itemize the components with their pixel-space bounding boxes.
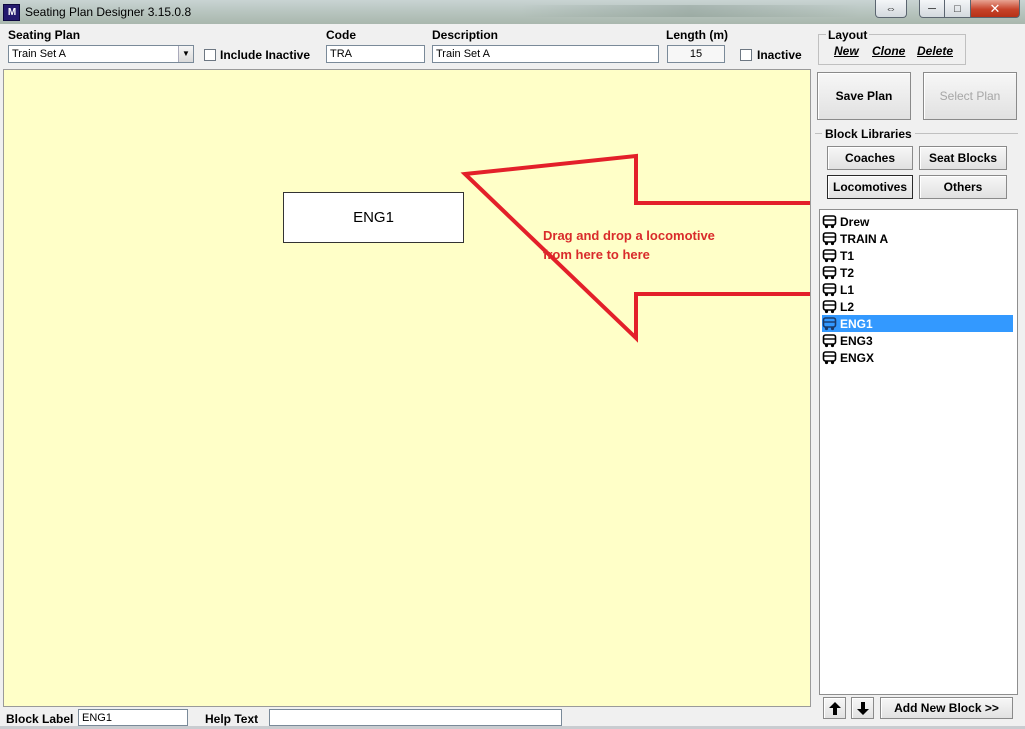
block-list-item-label: Drew <box>840 214 870 229</box>
save-plan-button[interactable]: Save Plan <box>817 72 911 120</box>
block-list-item-label: TRAIN A <box>840 231 889 246</box>
add-new-block-button[interactable]: Add New Block >> <box>880 697 1013 719</box>
title-bar-background <box>520 5 860 17</box>
inactive-checkbox[interactable] <box>740 49 752 61</box>
length-input[interactable]: 15 <box>667 45 725 63</box>
drag-hint-line-2: from here to here <box>543 247 650 262</box>
seating-plan-select-value: Train Set A <box>12 48 67 60</box>
restore-button[interactable]: ⇔ <box>875 0 907 18</box>
include-inactive-label: Include Inactive <box>220 48 311 62</box>
seating-plan-label: Seating Plan <box>8 28 81 42</box>
layout-delete-link[interactable]: Delete <box>917 44 953 58</box>
maximize-button[interactable]: □ <box>944 0 971 18</box>
close-button[interactable]: ✕ <box>970 0 1020 18</box>
inactive-label: Inactive <box>757 48 802 62</box>
bus-icon <box>822 265 837 279</box>
block-list-item[interactable]: L2 <box>822 298 1013 315</box>
drag-hint-arrow-icon <box>460 153 810 343</box>
description-label: Description <box>432 28 499 42</box>
block-list-item[interactable]: TRAIN A <box>822 230 1013 247</box>
block-label-label: Block Label <box>6 712 74 726</box>
move-up-button[interactable] <box>823 697 846 719</box>
bus-icon <box>822 333 837 347</box>
block-list-item-label: L1 <box>840 282 855 297</box>
bus-icon <box>822 282 837 296</box>
block-list-item-label: ENG1 <box>840 316 873 331</box>
chevron-down-icon[interactable]: ▼ <box>178 46 193 62</box>
move-down-button[interactable] <box>851 697 874 719</box>
seating-plan-canvas[interactable]: ENG1 Drag and drop a locomotive from her… <box>3 69 811 707</box>
bus-icon <box>822 316 837 330</box>
block-list-item[interactable]: Drew <box>822 213 1013 230</box>
app-logo-icon: M <box>3 4 20 21</box>
block-list-item-label: ENGX <box>840 350 875 365</box>
others-button[interactable]: Others <box>919 175 1007 199</box>
layout-legend: Layout <box>826 28 870 42</box>
arrow-up-icon <box>828 701 841 715</box>
arrow-down-icon <box>856 701 869 715</box>
drag-hint-text: Drag and drop a locomotive from here to … <box>543 226 715 264</box>
bus-icon <box>822 248 837 262</box>
seating-plan-select[interactable]: Train Set A ▼ <box>8 45 194 63</box>
layout-new-link[interactable]: New <box>834 44 859 58</box>
help-text-input[interactable] <box>269 709 562 726</box>
length-label: Length (m) <box>666 28 728 42</box>
block-list-item[interactable]: ENGX <box>822 349 1013 366</box>
select-plan-button[interactable]: Select Plan <box>923 72 1017 120</box>
include-inactive-checkbox[interactable] <box>204 49 216 61</box>
code-label: Code <box>326 28 356 42</box>
bus-icon <box>822 299 837 313</box>
locomotives-button[interactable]: Locomotives <box>827 175 913 199</box>
block-list-item[interactable]: ENG3 <box>822 332 1013 349</box>
description-input[interactable]: Train Set A <box>432 45 659 63</box>
bus-icon <box>822 214 837 228</box>
minimize-button[interactable]: ─ <box>919 0 945 18</box>
block-list-item[interactable]: ENG1 <box>822 315 1013 332</box>
bus-icon <box>822 350 837 364</box>
block-list-item-label: T1 <box>840 248 855 263</box>
layout-clone-link[interactable]: Clone <box>872 44 905 58</box>
block-list-item-label: ENG3 <box>840 333 873 348</box>
window-title: Seating Plan Designer 3.15.0.8 <box>25 5 192 19</box>
block-libraries-legend: Block Libraries <box>822 127 915 141</box>
code-input[interactable]: TRA <box>326 45 425 63</box>
block-list-item-label: T2 <box>840 265 855 280</box>
block-label-input[interactable]: ENG1 <box>78 709 188 726</box>
coaches-button[interactable]: Coaches <box>827 146 913 170</box>
block-list[interactable]: Drew TRAIN A T1 T2 L1 L2 ENG1 ENG3 ENGX <box>819 209 1018 695</box>
block-list-item[interactable]: T1 <box>822 247 1013 264</box>
help-text-label: Help Text <box>205 712 259 726</box>
drag-hint-line-1: Drag and drop a locomotive <box>543 228 715 243</box>
block-list-item-label: L2 <box>840 299 855 314</box>
block-list-item[interactable]: T2 <box>822 264 1013 281</box>
block-list-item[interactable]: L1 <box>822 281 1013 298</box>
bus-icon <box>822 231 837 245</box>
seat-blocks-button[interactable]: Seat Blocks <box>919 146 1007 170</box>
